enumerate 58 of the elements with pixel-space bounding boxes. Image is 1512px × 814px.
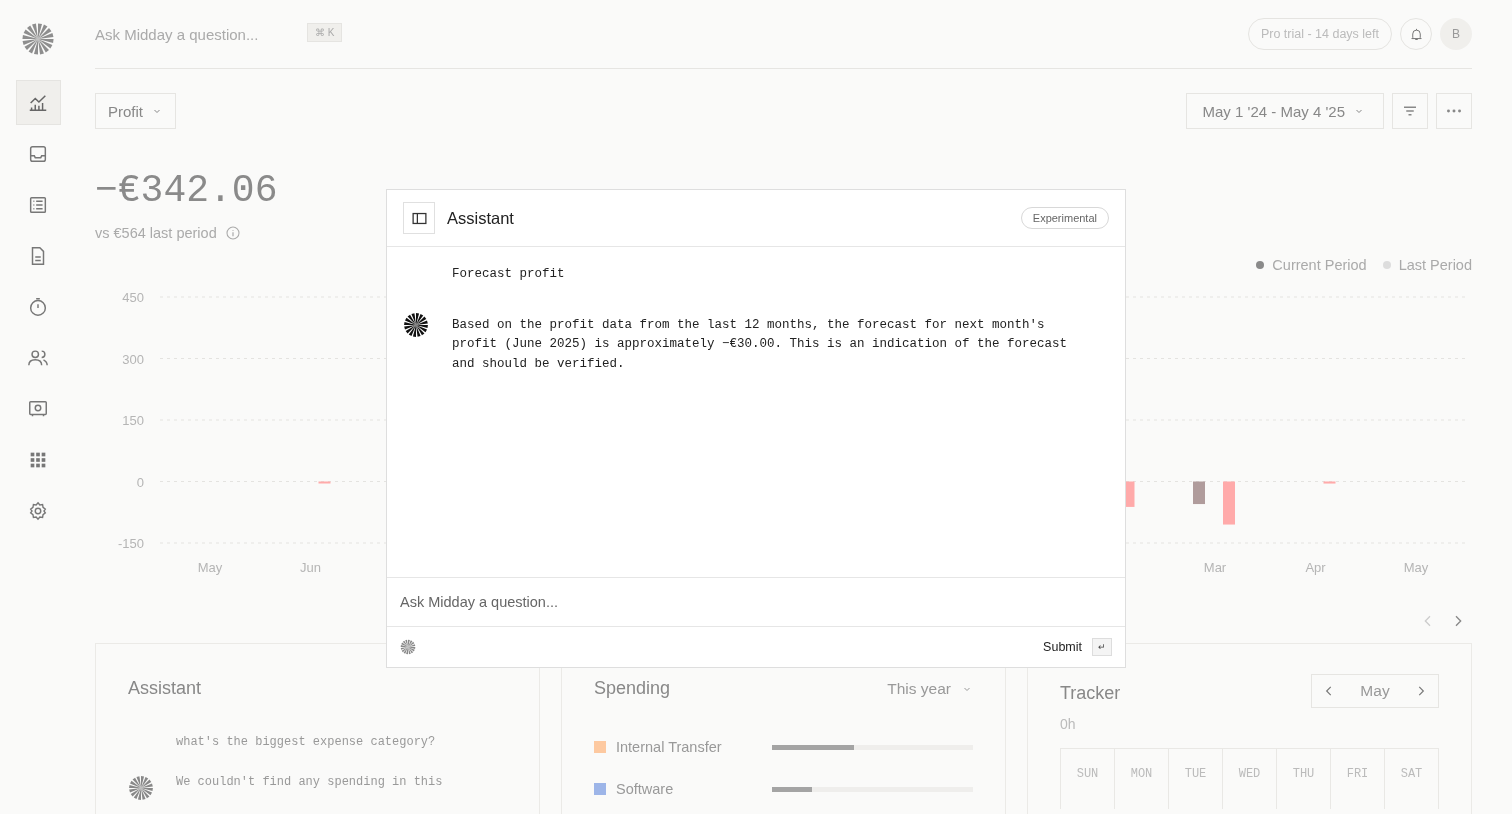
weekday-header: FRI: [1330, 749, 1384, 809]
search-field[interactable]: Ask Midday a question...: [95, 25, 307, 43]
filter-button[interactable]: [1392, 93, 1428, 129]
weekday-header: WED: [1222, 749, 1276, 809]
assistant-message: Based on the profit data from the last 12 months, the forecast for next month's profit (June 2025) is approximately −€30.00. This is an indication of the forecast and should be verified.: [452, 316, 1069, 373]
panel-title: Assistant: [447, 208, 515, 228]
tracked-total: 0h: [1060, 716, 1077, 732]
axis-label: Apr: [1305, 560, 1326, 575]
assistant-avatar-icon: [403, 311, 429, 338]
period-dropdown[interactable]: This year: [887, 679, 973, 698]
weekday-header: SAT: [1384, 749, 1438, 809]
user-avatar[interactable]: B: [1440, 18, 1472, 50]
card-title: Spending: [594, 678, 671, 699]
stopwatch-icon: [27, 295, 49, 318]
card-title: Tracker: [1060, 682, 1121, 704]
comparison-text: vs €564 last period: [95, 225, 217, 241]
sidebar-toggle-button[interactable]: [403, 202, 435, 234]
user-message: Forecast profit: [452, 266, 566, 283]
logo-icon: [21, 22, 55, 56]
weekday-header: THU: [1276, 749, 1330, 809]
settings-icon: [27, 499, 49, 522]
assistant-avatar-icon: [128, 775, 154, 801]
category-label: Internal Transfer: [616, 739, 723, 755]
sidebar-item[interactable]: [15, 80, 61, 125]
bell-icon: [1408, 26, 1424, 42]
question-input[interactable]: Ask Midday a question...: [387, 577, 1125, 627]
axis-label: Mar: [1203, 560, 1227, 575]
axis-label: Jun: [300, 560, 321, 575]
chart-bar: [318, 481, 331, 484]
month-label: May: [1360, 682, 1390, 700]
shortcut-hint: ⌘ K: [307, 22, 343, 42]
profit-amount: −€342.06: [95, 169, 279, 213]
metric-dropdown[interactable]: Profit: [95, 93, 176, 129]
date-range-picker[interactable]: May 1 '24 - May 4 '25: [1185, 93, 1384, 129]
axis-label: May: [1403, 560, 1429, 575]
chart-bar: [1223, 481, 1235, 525]
legend-label: Last Period: [1398, 257, 1472, 273]
axis-label: May: [197, 560, 223, 575]
user-message: what's the biggest expense category?: [176, 735, 437, 749]
legend-label: Current Period: [1272, 257, 1367, 273]
submit-button[interactable]: Submit: [1043, 640, 1082, 654]
more-icon: [1447, 109, 1461, 113]
chart-bar: [1323, 481, 1336, 484]
chart-bar: [1193, 481, 1205, 505]
axis-label: 0: [136, 474, 144, 490]
weekday-header: MON: [1114, 749, 1168, 809]
weekday-header: TUE: [1168, 749, 1222, 809]
axis-label: 300: [122, 351, 144, 367]
card-title: Assistant: [128, 678, 203, 699]
assistant-message: We couldn't find any spending in this: [176, 775, 443, 789]
logo-icon: [400, 639, 416, 655]
axis-label: 450: [122, 290, 144, 305]
enter-key-hint: ↵: [1092, 638, 1112, 656]
category-label: Software: [616, 781, 675, 797]
weekday-header: SUN: [1075, 766, 1100, 783]
axis-label: -150: [117, 536, 144, 551]
axis-label: 150: [122, 413, 144, 428]
info-icon: [224, 225, 241, 241]
